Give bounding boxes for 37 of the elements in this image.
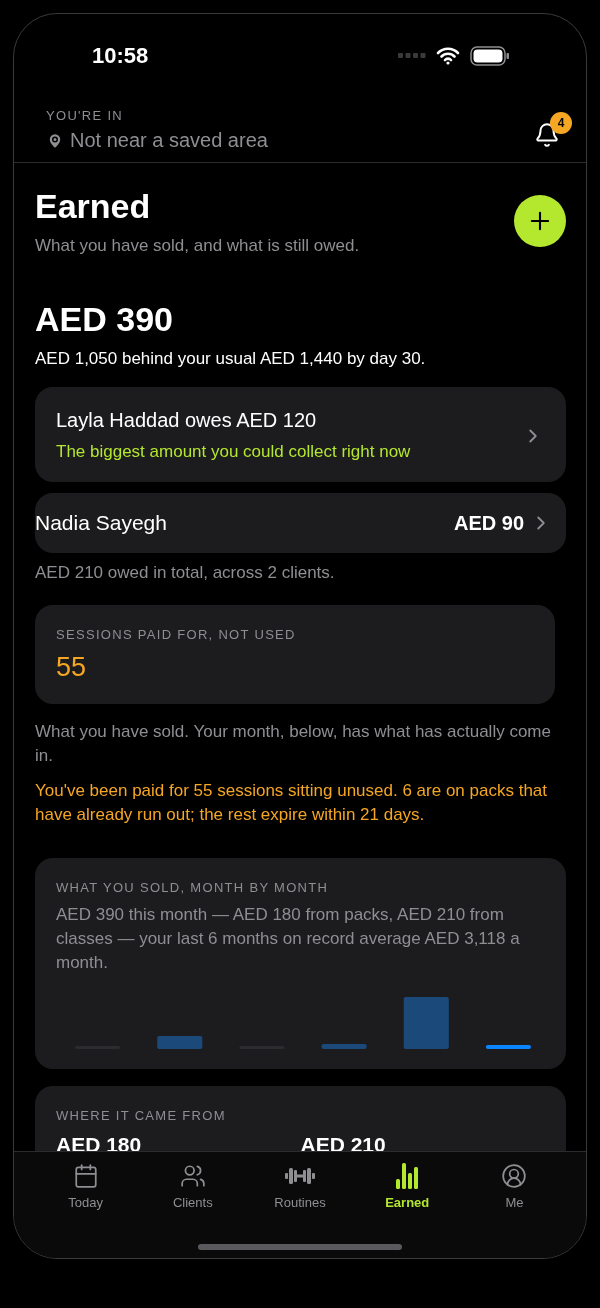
sessions-value: 55 — [56, 652, 88, 684]
bar-chart-icon — [395, 1163, 420, 1189]
owed-subtitle: The biggest amount you could collect right now — [56, 442, 411, 462]
total-amount: AED 390 — [35, 300, 174, 339]
sessions-label: SESSIONS PAID FOR, NOT USED — [56, 627, 297, 642]
unused-sessions-warning: You've been paid for 55 sessions sitting unused. 6 are on packs that have already run out; the rest expire within 21 days. — [35, 780, 549, 826]
calendar-icon — [72, 1163, 99, 1189]
pin-icon — [46, 131, 64, 150]
location-text: Not near a saved area — [70, 129, 268, 152]
page-subtitle: What you have sold, and what is still owed. — [35, 236, 360, 256]
tab[interactable]: Today — [32, 1162, 140, 1211]
sources-label: WHERE IT CAME FROM — [56, 1108, 227, 1123]
owed-title: Layla Haddad owes AED 120 — [56, 409, 318, 432]
signal-icon — [398, 53, 426, 59]
wifi-icon — [436, 47, 460, 65]
location-label: YOU'RE IN — [46, 108, 125, 123]
status-time: 10:58 — [92, 43, 149, 69]
profile-icon — [501, 1163, 528, 1189]
owed-client-card[interactable]: Layla Haddad owes AED 120 The biggest amount you could collect right now — [35, 387, 566, 482]
monthly-label: WHAT YOU SOLD, MONTH BY MONTH — [56, 880, 330, 895]
tab[interactable]: Earned — [353, 1162, 461, 1211]
tab[interactable]: Routines — [246, 1162, 354, 1211]
total-note: AED 1,050 behind your usual AED 1,440 by day 30. — [35, 349, 427, 369]
owed-amount: AED 90 — [453, 511, 524, 535]
page-title: Earned — [35, 187, 152, 226]
owed-client-row[interactable]: Nadia Sayegh AED 90 — [35, 493, 566, 553]
tab[interactable]: Me — [460, 1162, 568, 1211]
monthly-summary: AED 390 this month — AED 180 from packs, AED 210 from classes — your last 6 months on record average AED 3,118 a month. — [56, 904, 521, 974]
client-name: Nadia Sayegh — [35, 511, 167, 535]
users-icon — [179, 1163, 206, 1189]
add-button[interactable] — [514, 195, 566, 247]
sold-note: What you have sold. Your month, below, has what has actually come in. — [35, 721, 552, 767]
notification-count: 4 — [550, 112, 572, 134]
battery-icon — [470, 46, 510, 66]
tab[interactable]: Clients — [139, 1162, 247, 1211]
notification-bell-icon[interactable] — [534, 122, 560, 148]
owed-summary: AED 210 owed in total, across 2 clients. — [35, 562, 336, 584]
